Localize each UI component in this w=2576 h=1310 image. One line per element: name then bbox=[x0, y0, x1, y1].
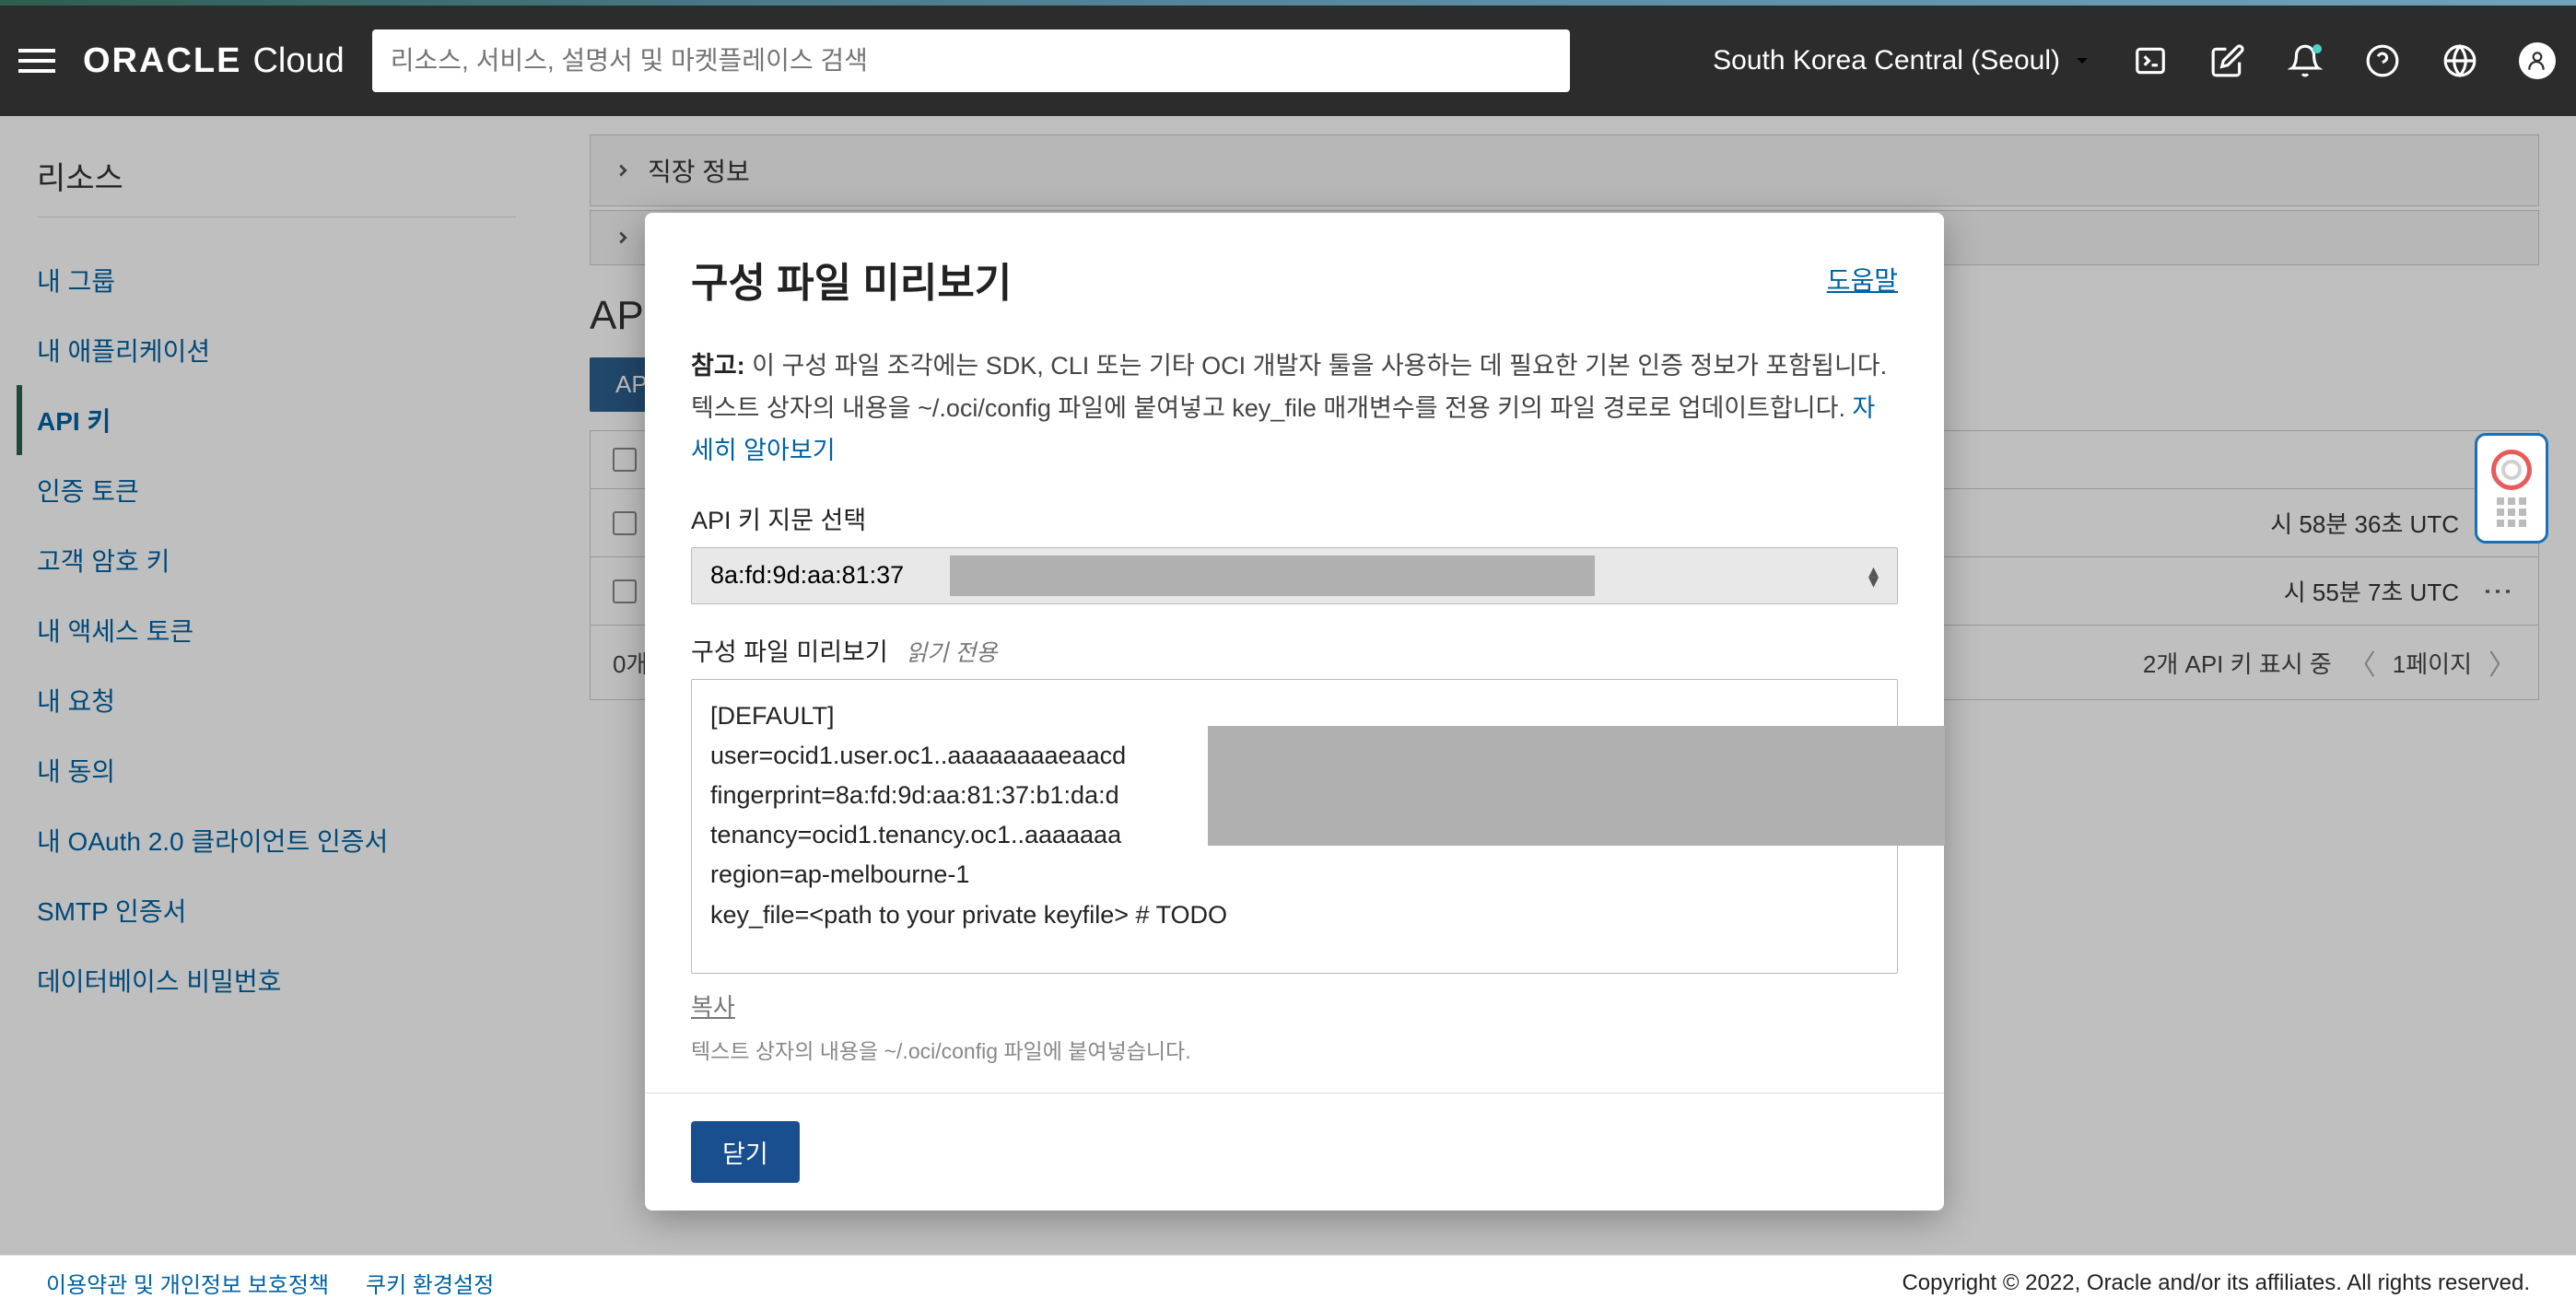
search-box bbox=[372, 29, 1570, 92]
logo[interactable]: ORACLE Cloud bbox=[83, 41, 345, 81]
help-icon[interactable] bbox=[2362, 41, 2403, 81]
redaction-mask bbox=[950, 556, 1595, 596]
cloud-shell-icon[interactable] bbox=[2130, 41, 2171, 81]
config-label: 구성 파일 미리보기 bbox=[691, 638, 888, 666]
config-preview-modal: 구성 파일 미리보기 도움말 참고: 이 구성 파일 조각에는 SDK, CLI… bbox=[645, 213, 1944, 1211]
modal-title: 구성 파일 미리보기 bbox=[691, 250, 1012, 309]
user-avatar[interactable] bbox=[2517, 41, 2558, 81]
redaction-mask bbox=[1208, 726, 1945, 846]
menu-icon[interactable] bbox=[18, 42, 55, 79]
global-header: ORACLE Cloud South Korea Central (Seoul) bbox=[0, 6, 2576, 116]
bell-icon[interactable] bbox=[2285, 41, 2325, 81]
terms-link[interactable]: 이용약관 및 개인정보 보호정책 bbox=[46, 1267, 329, 1299]
search-input[interactable] bbox=[391, 46, 1551, 76]
close-button[interactable]: 닫기 bbox=[691, 1121, 800, 1183]
cookie-settings-link[interactable]: 쿠키 환경설정 bbox=[366, 1267, 494, 1299]
readonly-label: 읽기 전용 bbox=[906, 640, 997, 666]
fingerprint-label: API 키 지문 선택 bbox=[691, 500, 1898, 536]
fingerprint-select[interactable]: 8a:fd:9d:aa:81:37 ▴▾ bbox=[691, 547, 1898, 604]
copyright: Copyright © 2022, Oracle and/or its affi… bbox=[1902, 1270, 2530, 1296]
help-widget[interactable] bbox=[2475, 433, 2548, 544]
config-textarea[interactable]: [DEFAULT] user=ocid1.user.oc1..aaaaaaaae… bbox=[691, 679, 1898, 974]
modal-help-link[interactable]: 도움말 bbox=[1827, 261, 1898, 298]
chevron-updown-icon: ▴▾ bbox=[1868, 566, 1879, 586]
copy-button[interactable]: 복사 bbox=[691, 993, 735, 1021]
globe-icon[interactable] bbox=[2440, 41, 2480, 81]
region-selector[interactable]: South Korea Central (Seoul) bbox=[1713, 45, 2093, 76]
page-footer: 이용약관 및 개인정보 보호정책 쿠키 환경설정 Copyright © 202… bbox=[0, 1255, 2576, 1310]
edit-icon[interactable] bbox=[2207, 41, 2248, 81]
grid-icon bbox=[2497, 497, 2526, 527]
lifebuoy-icon bbox=[2491, 450, 2532, 490]
modal-note: 참고: 이 구성 파일 조각에는 SDK, CLI 또는 기타 OCI 개발자 … bbox=[691, 345, 1898, 473]
config-hint: 텍스트 상자의 내용을 ~/.oci/config 파일에 붙여넣습니다. bbox=[691, 1034, 1898, 1065]
